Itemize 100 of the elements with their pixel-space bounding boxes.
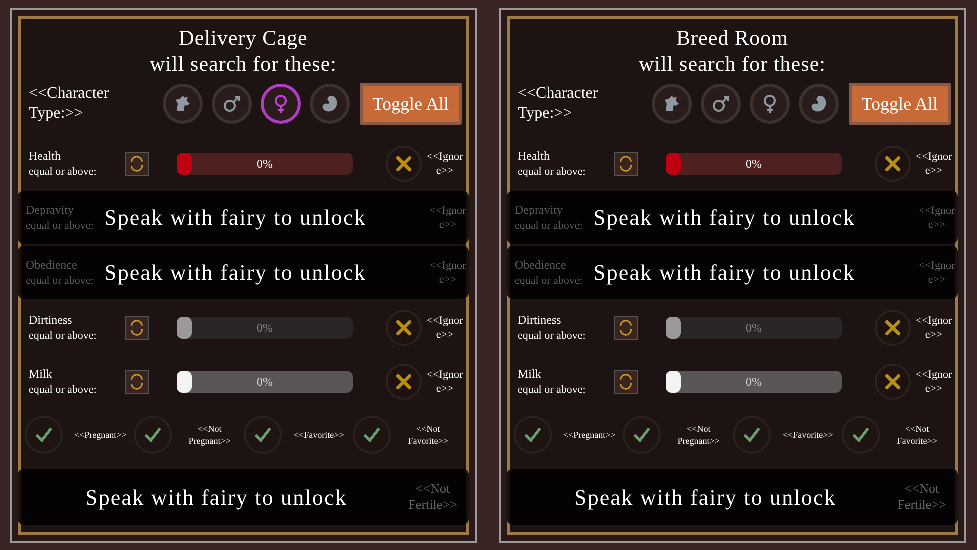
stat-condition: equal or above: [26,274,95,288]
stat-condition: equal or above: [518,329,587,344]
filter-label: <<Not Pregnant>> [676,423,721,447]
filter-checkbox[interactable] [134,416,172,454]
stat-label: Milk [29,366,54,382]
filter-label: <<Not Fertile>> [896,481,948,513]
character-type-button[interactable] [750,84,790,124]
slider-value: 0% [257,374,273,391]
character-type-button[interactable] [799,84,839,124]
cycle-button[interactable] [614,370,638,394]
ignore-label: <<Ignore>> [429,258,467,286]
ignore-label: <<Ignore>> [915,314,953,342]
stat-label: Obedience [515,256,568,272]
cycle-button[interactable] [614,152,638,176]
stat-label: Milk [518,366,542,382]
stat-condition: equal or above: [515,274,584,288]
ignore-label: <<Ignore>> [915,368,953,396]
cross-icon [883,372,903,392]
character-type-button[interactable] [261,84,301,124]
cycle-icon [617,155,635,173]
unlock-message: Speak with fairy to unlock [104,204,367,232]
ignore-label: <<Ignore>> [918,258,956,286]
cycle-button[interactable] [614,316,638,340]
stat-label: Obedience [26,256,78,272]
stat-label: Depravity [26,202,75,218]
stat-label: Depravity [515,202,564,218]
cycle-button[interactable] [125,152,149,176]
ignore-label: <<Ignore>> [426,314,464,342]
ignore-toggle[interactable] [386,146,422,182]
stat-condition: equal or above: [518,165,587,180]
ignore-label: <<Ignore>> [915,150,953,178]
filter-label: <<Pregnant>> [73,429,128,441]
panel-title: Delivery Cage [179,25,308,51]
panel-subtitle: will search for these: [638,51,826,77]
cycle-icon [128,373,146,391]
ignore-toggle[interactable] [875,146,911,182]
stat-condition: equal or above: [26,218,95,234]
slider-value: 0% [746,374,762,391]
ignore-label: <<Ignore>> [918,204,956,232]
character-type-label: <<Character Type:>> [29,84,110,124]
stat-condition: equal or above: [29,329,98,344]
ignore-label: <<Ignore>> [429,204,467,232]
stat-condition: equal or above: [515,218,584,234]
filter-checkbox[interactable] [244,416,282,454]
character-type-button[interactable] [163,84,203,124]
toggle-all-button[interactable]: Toggle All [848,83,951,125]
cross-icon [883,154,903,174]
character-type-button[interactable] [212,84,252,124]
slider-value: 0% [257,156,273,173]
slider-handle[interactable] [666,153,681,175]
filter-label: <<Not Fertile>> [408,481,458,513]
stat-label: Dirtiness [518,312,562,328]
panel-subtitle: will search for these: [150,51,338,77]
slider-handle[interactable] [177,153,192,175]
cycle-icon [617,373,635,391]
unlock-message: Speak with fairy to unlock [593,259,856,287]
slider-handle[interactable] [177,317,192,339]
unlock-message: Speak with fairy to unlock [84,484,348,512]
filter-label: <<Favorite>> [292,429,346,441]
filter-label: <<Not Pregnant>> [188,423,232,447]
slider-handle[interactable] [666,317,681,339]
slider-value: 0% [257,320,273,337]
cycle-icon [617,319,635,337]
filter-label: <<Not Favorite>> [896,423,938,447]
ignore-toggle[interactable] [875,310,911,346]
stat-condition: equal or above: [29,383,98,398]
filter-checkbox[interactable] [623,416,662,454]
ignore-toggle[interactable] [875,364,911,400]
stat-label: Dirtiness [29,312,74,328]
filter-checkbox[interactable] [514,416,552,454]
filter-label: <<Not Favorite>> [407,423,450,447]
character-type-label: <<Character Type:>> [518,84,600,124]
filter-label: <<Pregnant>> [562,429,617,441]
filter-label: <<Favorite>> [782,429,834,441]
filter-checkbox[interactable] [352,416,391,454]
stat-condition: equal or above: [29,165,98,180]
cross-icon [394,372,414,392]
stat-label: Health [29,148,62,164]
slider-handle[interactable] [666,371,681,393]
slider-value: 0% [746,156,762,173]
unlock-message: Speak with fairy to unlock [574,484,838,512]
cycle-button[interactable] [125,370,149,394]
cycle-icon [128,155,146,173]
ignore-toggle[interactable] [386,364,422,400]
ignore-label: <<Ignore>> [426,150,464,178]
character-type-button[interactable] [652,84,692,124]
filter-checkbox[interactable] [842,416,880,454]
ignore-toggle[interactable] [386,310,422,346]
cycle-button[interactable] [125,316,149,340]
slider-handle[interactable] [177,371,192,393]
toggle-all-button[interactable]: Toggle All [360,83,462,125]
slider-value: 0% [746,320,762,337]
filter-checkbox[interactable] [732,416,770,454]
stat-condition: equal or above: [518,383,587,398]
unlock-message: Speak with fairy to unlock [593,204,856,232]
character-type-button[interactable] [701,84,741,124]
cross-icon [394,154,414,174]
stat-label: Health [518,148,551,164]
character-type-button[interactable] [310,84,350,124]
filter-checkbox[interactable] [25,416,63,454]
